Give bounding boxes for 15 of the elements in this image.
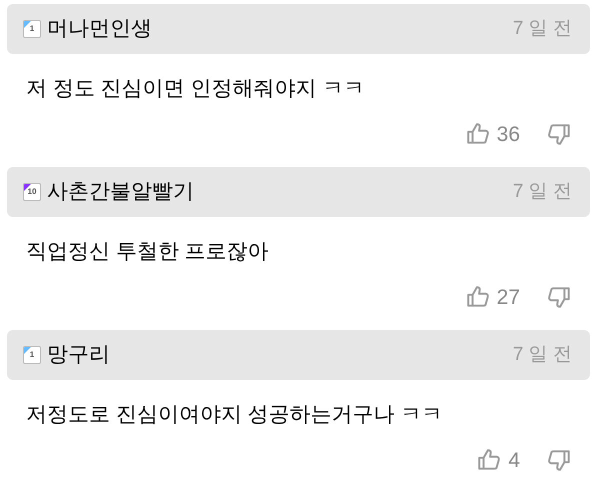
author-name[interactable]: 머나먼인생 bbox=[47, 13, 152, 45]
author-name[interactable]: 사촌간불알빨기 bbox=[47, 176, 194, 208]
like-count: 36 bbox=[496, 122, 520, 148]
comment-time: 7 일 전 bbox=[512, 16, 572, 41]
comment-text: 저 정도 진심이면 인정해줘야지 ㅋㅋ bbox=[25, 76, 366, 102]
like-count: 4 bbox=[508, 448, 520, 474]
level-badge: 1 bbox=[23, 20, 41, 38]
comment-time: 7 일 전 bbox=[512, 180, 572, 204]
like-count: 27 bbox=[496, 284, 520, 310]
comment-time: 7 일 전 bbox=[512, 342, 572, 367]
level-badge: 1 bbox=[23, 346, 41, 364]
level-badge: 10 bbox=[23, 183, 41, 201]
author-name[interactable]: 망구리 bbox=[47, 339, 110, 371]
comment-text: 직업정신 투철한 프로잖아 bbox=[25, 239, 270, 265]
comment-text: 저정도로 진심이여야지 성공하는거구나 ㅋㅋ bbox=[25, 402, 444, 428]
